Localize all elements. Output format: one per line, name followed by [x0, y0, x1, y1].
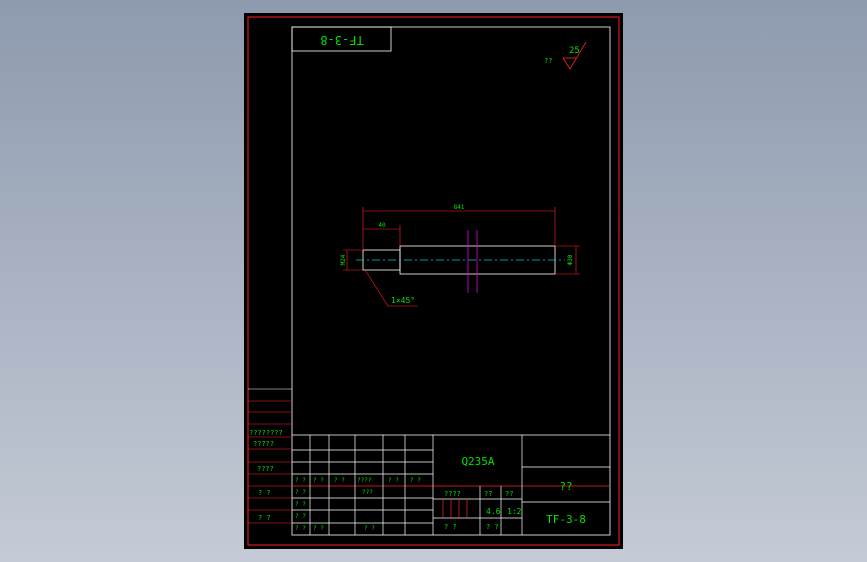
label-weight: ???? — [444, 490, 461, 498]
rev-cell-2: ? ? — [313, 477, 324, 484]
row5-cell-3: ? ? — [313, 525, 324, 532]
left-column-grid — [248, 388, 292, 524]
dim-step-length: 40 — [378, 222, 386, 229]
drawing-number-text: TF-3-8 — [546, 513, 586, 526]
weight-value: 4.6 — [486, 507, 501, 516]
left-col-4: ? ? — [258, 489, 271, 497]
inner-frame — [291, 26, 611, 536]
dim-chamfer: 1×45° — [391, 296, 415, 305]
row5-cell-2: ? ? — [295, 525, 306, 532]
dim-small-diameter: M24 — [340, 254, 347, 265]
dim-overall-length: 841 — [454, 204, 465, 211]
row3-cell-1: ? ? — [295, 489, 306, 496]
label-small-2: ? ? — [486, 523, 499, 531]
rev-cell-4: ???? — [357, 477, 372, 484]
rev-cell-1: ? ? — [295, 477, 306, 484]
shaft-part — [356, 230, 565, 293]
rev-cell-5: ? ? — [388, 477, 399, 484]
rev-cell-6: ? ? — [410, 477, 421, 484]
cad-drawing: TF-3-8 25 ?? 841 40 M24 Φ30 1×45° ??????… — [247, 16, 620, 546]
roughness-symbol: 25 ?? — [544, 41, 587, 70]
left-col-2: ????? — [253, 440, 274, 448]
row5-cell-4: ? ? — [364, 525, 375, 532]
top-drawing-number: TF-3-8 — [320, 33, 363, 47]
left-col-3: ???? — [257, 465, 274, 473]
label-sheet: ?? — [505, 490, 513, 498]
rev-cell-3: ? ? — [334, 477, 345, 484]
part-name-text: ?? — [559, 480, 572, 493]
label-scale: ?? — [484, 490, 492, 498]
row4-cell-1: ? ? — [295, 501, 306, 508]
outer-frame — [247, 16, 620, 546]
material-text: Q235A — [461, 455, 494, 468]
row3-cell-2: ??? — [362, 489, 373, 496]
row5-cell-1: ? ? — [295, 513, 306, 520]
left-col-1: ???????? — [249, 429, 283, 437]
roughness-label: ?? — [544, 57, 552, 65]
label-small-1: ? ? — [444, 523, 457, 531]
roughness-value: 25 — [569, 46, 580, 56]
left-col-5: ? ? — [258, 514, 271, 522]
scale-value: 1:2 — [507, 507, 522, 516]
dim-large-diameter: Φ30 — [567, 254, 574, 265]
